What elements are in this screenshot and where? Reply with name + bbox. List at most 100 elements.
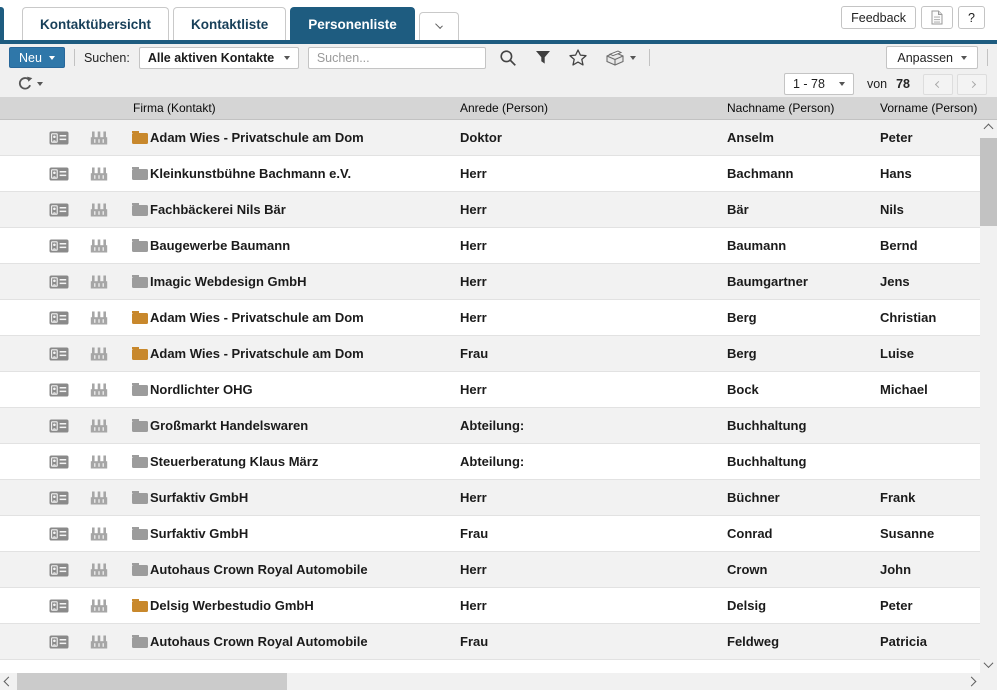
folder-icon bbox=[132, 131, 148, 144]
company-icon[interactable] bbox=[90, 203, 108, 217]
table-row[interactable]: Großmarkt Handelswaren Abteilung: Buchha… bbox=[0, 408, 980, 444]
table-row[interactable]: Delsig Werbestudio GmbH Herr Delsig Pete… bbox=[0, 588, 980, 624]
column-header-anrede[interactable]: Anrede (Person) bbox=[460, 101, 727, 115]
cell-nachname: Berg bbox=[727, 346, 757, 361]
table-row[interactable]: Surfaktiv GmbH Frau Conrad Susanne bbox=[0, 516, 980, 552]
feedback-button[interactable]: Feedback bbox=[841, 6, 917, 29]
chevron-up-icon bbox=[983, 123, 994, 134]
contact-card-icon[interactable] bbox=[49, 419, 69, 433]
column-header-firma[interactable]: Firma (Kontakt) bbox=[120, 101, 460, 115]
company-icon[interactable] bbox=[90, 275, 108, 289]
vertical-scroll-thumb[interactable] bbox=[980, 138, 997, 226]
company-icon[interactable] bbox=[90, 239, 108, 253]
favorite-button[interactable] bbox=[565, 46, 591, 70]
total-count: 78 bbox=[896, 77, 910, 91]
company-icon[interactable] bbox=[90, 599, 108, 613]
company-icon[interactable] bbox=[90, 383, 108, 397]
refresh-button[interactable] bbox=[10, 72, 50, 96]
contact-card-icon[interactable] bbox=[49, 527, 69, 541]
company-icon[interactable] bbox=[90, 455, 108, 469]
page-range-dropdown[interactable]: 1 - 78 bbox=[783, 73, 854, 95]
cell-nachname: Anselm bbox=[727, 130, 774, 145]
table-row[interactable]: Imagic Webdesign GmbH Herr Baumgartner J… bbox=[0, 264, 980, 300]
search-input[interactable] bbox=[307, 46, 486, 69]
company-icon[interactable] bbox=[90, 347, 108, 361]
card-box-icon bbox=[606, 49, 624, 66]
card-box-button[interactable] bbox=[600, 46, 640, 70]
vertical-scrollbar[interactable] bbox=[980, 120, 997, 673]
cell-anrede: Herr bbox=[460, 382, 487, 397]
table-row[interactable]: Autohaus Crown Royal Automobile Frau Fel… bbox=[0, 624, 980, 660]
contact-card-icon[interactable] bbox=[49, 563, 69, 577]
scroll-left-button[interactable] bbox=[0, 673, 17, 690]
contact-card-icon[interactable] bbox=[49, 167, 69, 181]
table-row[interactable]: Kleinkunstbühne Bachmann e.V. Herr Bachm… bbox=[0, 156, 980, 192]
cell-vorname: Susanne bbox=[880, 526, 935, 541]
contact-card-icon[interactable] bbox=[49, 383, 69, 397]
contact-card-icon[interactable] bbox=[49, 491, 69, 505]
cell-anrede: Herr bbox=[460, 202, 487, 217]
filter-button[interactable] bbox=[530, 46, 556, 70]
customize-button[interactable]: Anpassen bbox=[886, 46, 978, 69]
company-icon[interactable] bbox=[90, 635, 108, 649]
saved-search-dropdown[interactable]: Alle aktiven Kontakte bbox=[138, 46, 299, 69]
help-button[interactable]: ? bbox=[958, 6, 985, 29]
company-icon[interactable] bbox=[90, 419, 108, 433]
folder-icon bbox=[132, 383, 148, 396]
table-row[interactable]: Baugewerbe Baumann Herr Baumann Bernd bbox=[0, 228, 980, 264]
scroll-up-button[interactable] bbox=[980, 120, 997, 137]
table-row[interactable]: Adam Wies - Privatschule am Dom Herr Ber… bbox=[0, 300, 980, 336]
table-row[interactable]: Nordlichter OHG Herr Bock Michael bbox=[0, 372, 980, 408]
table-row[interactable]: Surfaktiv GmbH Herr Büchner Frank bbox=[0, 480, 980, 516]
table-body: Adam Wies - Privatschule am Dom Doktor A… bbox=[0, 120, 980, 673]
company-icon[interactable] bbox=[90, 491, 108, 505]
contact-card-icon[interactable] bbox=[49, 239, 69, 253]
tab-kontaktuebersicht[interactable]: Kontaktübersicht bbox=[22, 7, 170, 40]
contact-card-icon[interactable] bbox=[49, 311, 69, 325]
cell-nachname: Berg bbox=[727, 310, 757, 325]
cell-anrede: Herr bbox=[460, 238, 487, 253]
next-page-button[interactable] bbox=[957, 73, 987, 95]
scroll-down-button[interactable] bbox=[980, 656, 997, 673]
folder-icon bbox=[132, 635, 148, 648]
horizontal-scrollbar[interactable] bbox=[0, 673, 997, 690]
search-button[interactable] bbox=[495, 46, 521, 70]
contact-card-icon[interactable] bbox=[49, 635, 69, 649]
chevron-down-icon bbox=[37, 82, 43, 86]
tab-personenliste[interactable]: Personenliste bbox=[290, 7, 415, 40]
company-icon[interactable] bbox=[90, 311, 108, 325]
scroll-right-button[interactable] bbox=[963, 673, 980, 690]
contact-card-icon[interactable] bbox=[49, 347, 69, 361]
toolbar-separator bbox=[648, 49, 650, 66]
toolbar-separator bbox=[987, 49, 988, 66]
table-row[interactable]: Autohaus Crown Royal Automobile Herr Cro… bbox=[0, 552, 980, 588]
tab-kontaktliste[interactable]: Kontaktliste bbox=[173, 7, 287, 40]
column-header-nachname[interactable]: Nachname (Person) bbox=[727, 101, 880, 115]
previous-page-button[interactable] bbox=[923, 73, 953, 95]
chevron-down-icon bbox=[629, 55, 636, 60]
contact-card-icon[interactable] bbox=[49, 131, 69, 145]
table-row[interactable]: Fachbäckerei Nils Bär Herr Bär Nils bbox=[0, 192, 980, 228]
horizontal-scroll-thumb[interactable] bbox=[17, 673, 287, 690]
cell-nachname: Bachmann bbox=[727, 166, 794, 181]
company-icon[interactable] bbox=[90, 563, 108, 577]
table-row[interactable]: Steuerberatung Klaus März Abteilung: Buc… bbox=[0, 444, 980, 480]
table-row-partial bbox=[0, 660, 980, 673]
cell-firma: Adam Wies - Privatschule am Dom bbox=[150, 130, 364, 145]
contact-card-icon[interactable] bbox=[49, 455, 69, 469]
contact-card-icon[interactable] bbox=[49, 203, 69, 217]
company-icon[interactable] bbox=[90, 131, 108, 145]
contact-card-icon[interactable] bbox=[49, 275, 69, 289]
contact-card-icon[interactable] bbox=[49, 599, 69, 613]
document-button[interactable] bbox=[921, 6, 954, 29]
table-row[interactable]: Adam Wies - Privatschule am Dom Frau Ber… bbox=[0, 336, 980, 372]
cell-firma: Surfaktiv GmbH bbox=[150, 490, 249, 505]
new-button[interactable]: Neu bbox=[9, 47, 65, 68]
table-row[interactable]: Adam Wies - Privatschule am Dom Doktor A… bbox=[0, 120, 980, 156]
company-icon[interactable] bbox=[90, 167, 108, 181]
cell-firma: Nordlichter OHG bbox=[150, 382, 253, 397]
company-icon[interactable] bbox=[90, 527, 108, 541]
folder-icon bbox=[132, 347, 148, 360]
column-header-vorname[interactable]: Vorname (Person) bbox=[880, 101, 997, 115]
tab-overflow-button[interactable] bbox=[418, 12, 459, 40]
